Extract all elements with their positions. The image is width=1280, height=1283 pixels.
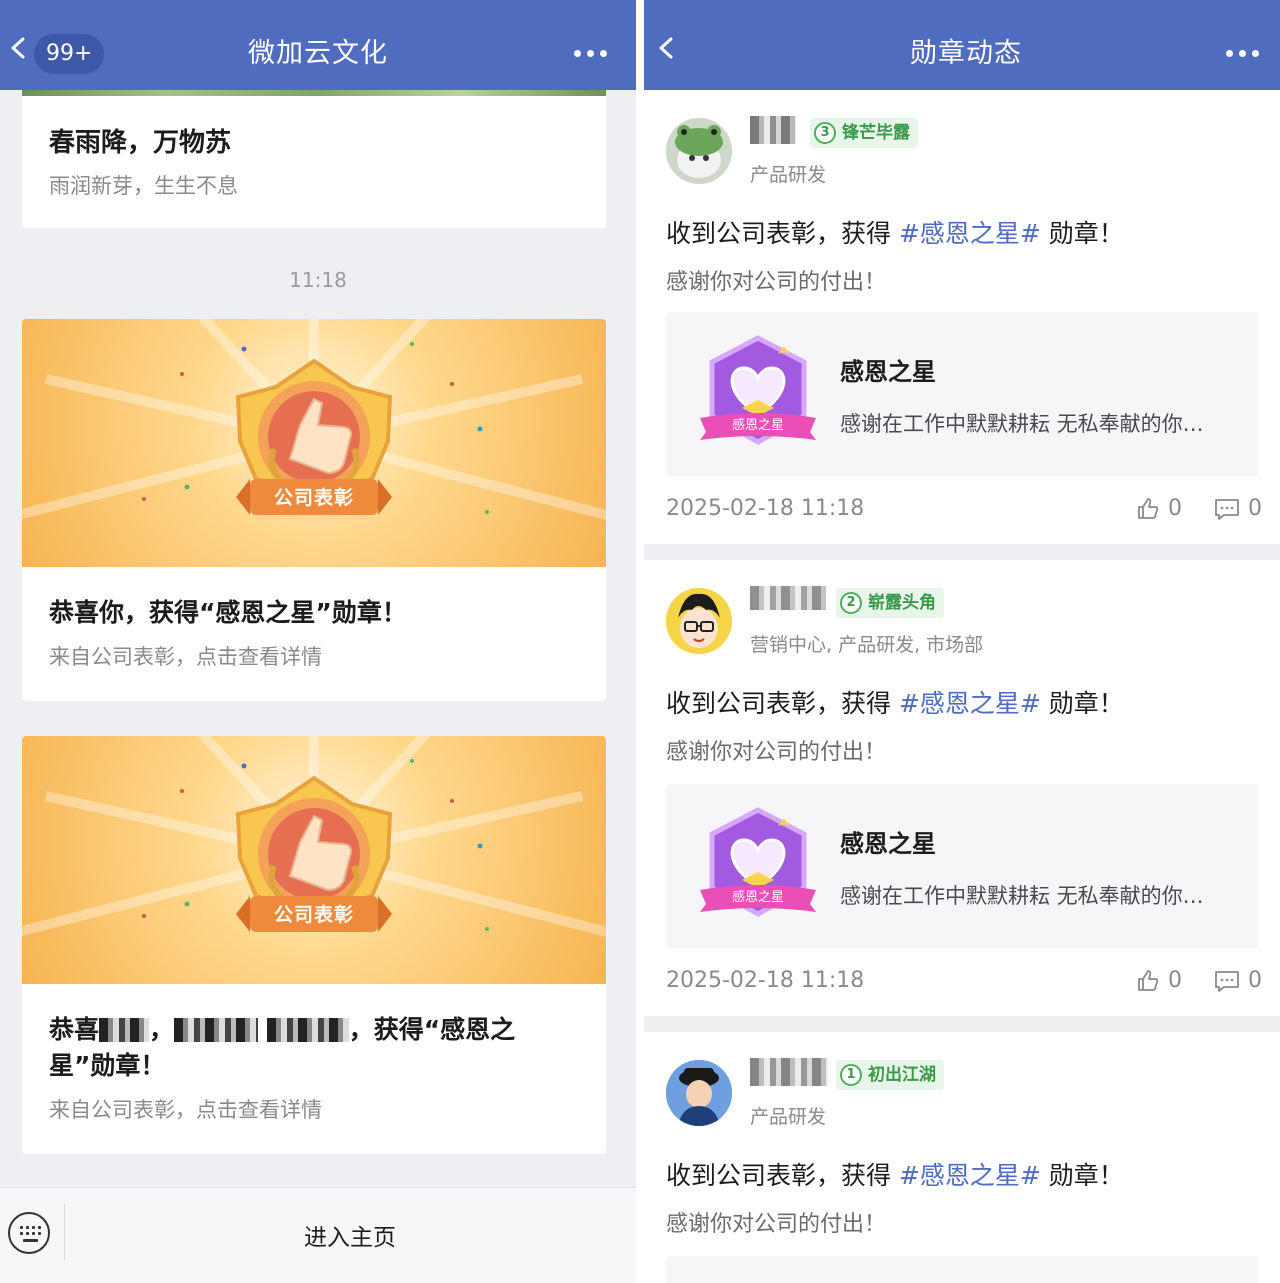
chat-bottom-bar: 进入主页 — [0, 1187, 636, 1283]
post-separator — [644, 544, 1280, 560]
thumbs-up-icon — [1138, 969, 1159, 991]
article-title: 春雨降，万物苏 — [49, 128, 232, 158]
panel-divider — [636, 0, 644, 1283]
svg-text:感恩之星: 感恩之星 — [732, 417, 784, 433]
medal-name: 感恩之星 — [840, 358, 936, 386]
post-separator — [644, 1016, 1280, 1032]
more-icon[interactable] — [574, 50, 608, 58]
svg-text:感恩之星: 感恩之星 — [732, 889, 784, 905]
feed-nav-bar: 勋章动态 — [644, 0, 1280, 90]
award-message: 恭喜你，获得“感恩之星”勋章！ — [49, 598, 407, 627]
feed-post: 1 初出江湖 产品研发 收到公司表彰，获得 #感恩之星# 勋章！ 感谢你对公司的付… — [644, 1032, 1280, 1283]
award-source: 来自公司表彰，点击查看详情 — [49, 645, 322, 669]
award-banner-label: 公司表彰 — [273, 487, 354, 509]
level-badge: 1 初出江湖 — [836, 1060, 944, 1090]
comment-button[interactable]: 0 — [1214, 496, 1262, 521]
post-time: 2025-02-18 11:18 — [666, 968, 865, 993]
chat-panel: 99+ 微加云文化 春雨降，万物苏 雨润新芽，生生不息 11:18 公司表彰 恭… — [0, 0, 636, 1283]
thumbs-up-icon — [1138, 497, 1159, 519]
medal-description: 感谢在工作中默默耕耘 无私奉献的你… — [840, 412, 1204, 436]
message-timestamp: 11:18 — [289, 268, 347, 292]
medal-card[interactable]: 感恩之星 感恩之星 感谢在工作中默默耕耘 无私奉献的你… — [666, 312, 1258, 476]
chat-nav-bar: 99+ 微加云文化 — [0, 0, 636, 90]
avatar[interactable] — [666, 1060, 732, 1126]
post-subtext: 感谢你对公司的付出！ — [666, 1212, 887, 1237]
department: 产品研发 — [750, 1106, 827, 1128]
article-card[interactable]: 春雨降，万物苏 雨润新芽，生生不息 — [22, 90, 606, 228]
comment-icon — [1215, 498, 1239, 520]
avatar[interactable] — [666, 588, 732, 654]
medal-description: 感谢在工作中默默耕耘 无私奉献的你… — [840, 884, 1204, 908]
department: 营销中心, 产品研发, 市场部 — [750, 634, 984, 656]
redacted-name — [266, 1018, 349, 1042]
post-subtext: 感谢你对公司的付出！ — [666, 270, 887, 295]
more-icon[interactable] — [1226, 50, 1260, 58]
screen: 99+ 微加云文化 春雨降，万物苏 雨润新芽，生生不息 11:18 公司表彰 恭… — [0, 0, 1280, 1283]
award-card[interactable]: 公司表彰 恭喜你，获得“感恩之星”勋章！ 来自公司表彰，点击查看详情 — [22, 319, 606, 701]
heart-medal-icon: 感恩之星 — [700, 807, 816, 917]
redacted-name — [174, 1018, 259, 1042]
level-badge: 3 锋芒毕露 — [810, 118, 918, 148]
medal-card[interactable] — [666, 1256, 1258, 1283]
post-time: 2025-02-18 11:18 — [666, 496, 865, 521]
article-cover-strip — [22, 90, 606, 96]
comment-icon — [1215, 970, 1239, 992]
medal-hashtag[interactable]: #感恩之星# — [899, 1161, 1041, 1190]
medal-hashtag[interactable]: #感恩之星# — [899, 689, 1041, 718]
comment-button[interactable]: 0 — [1214, 968, 1262, 993]
redacted-username — [750, 116, 796, 144]
feed-title: 勋章动态 — [910, 38, 1022, 69]
award-message: 恭喜， ，获得“感恩之星”勋章！ — [49, 1015, 516, 1080]
department: 产品研发 — [750, 164, 827, 186]
award-source: 来自公司表彰，点击查看详情 — [49, 1098, 322, 1122]
article-subtitle: 雨润新芽，生生不息 — [49, 174, 238, 198]
like-button[interactable]: 0 — [1136, 968, 1182, 993]
award-banner-label: 公司表彰 — [273, 904, 354, 926]
award-banner-image: 公司表彰 — [22, 319, 606, 567]
redacted-username — [750, 1058, 828, 1086]
medal-card[interactable]: 感恩之星 感恩之星 感谢在工作中默默耕耘 无私奉献的你… — [666, 784, 1258, 948]
heart-medal-icon: 感恩之星 — [700, 335, 816, 445]
medal-hashtag[interactable]: #感恩之星# — [899, 219, 1041, 248]
post-subtext: 感谢你对公司的付出！ — [666, 740, 887, 765]
feed-post: 3 锋芒毕露 产品研发 收到公司表彰，获得 #感恩之星# 勋章！ 感谢你对公司的付… — [644, 90, 1280, 544]
award-banner-image: 公司表彰 — [22, 736, 606, 984]
enter-home-button[interactable]: 进入主页 — [64, 1218, 636, 1252]
like-button[interactable]: 0 — [1136, 496, 1182, 521]
post-message: 收到公司表彰，获得 #感恩之星# 勋章！ — [666, 689, 1124, 718]
avatar[interactable] — [666, 118, 732, 184]
award-card[interactable]: 公司表彰 恭喜， ，获得“感恩之星”勋章！ 来自公司表彰，点击查看详情 — [22, 736, 606, 1154]
medal-name: 感恩之星 — [840, 830, 936, 858]
feed-post: 2 崭露头角 营销中心, 产品研发, 市场部 收到公司表彰，获得 #感恩之星# 勋… — [644, 560, 1280, 1016]
chat-title: 微加云文化 — [248, 38, 388, 69]
keyboard-icon[interactable] — [8, 1212, 50, 1254]
redacted-name — [99, 1018, 150, 1042]
redacted-username — [750, 586, 826, 614]
medal-feed-panel: 勋章动态 3 锋芒毕露 产品研发 收到公司表彰，获得 #感恩之星# 勋章！ 感谢… — [644, 0, 1280, 1283]
post-message: 收到公司表彰，获得 #感恩之星# 勋章！ — [666, 1161, 1124, 1190]
level-badge: 2 崭露头角 — [836, 588, 944, 618]
post-message: 收到公司表彰，获得 #感恩之星# 勋章！ — [666, 219, 1124, 248]
